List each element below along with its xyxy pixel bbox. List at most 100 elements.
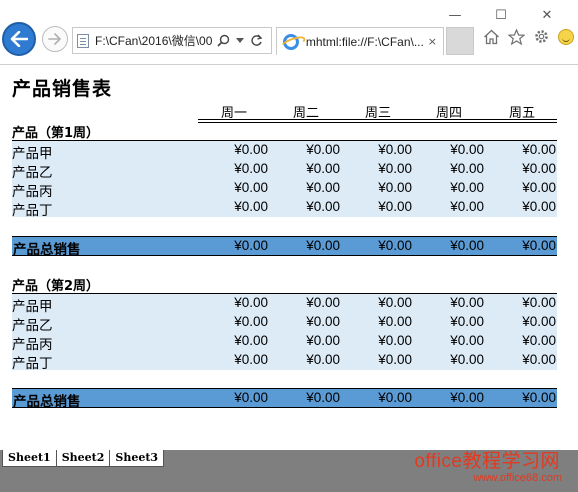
total-value: ¥0.00 — [450, 390, 484, 405]
table-row: 产品甲 ¥0.00 ¥0.00 ¥0.00 ¥0.00 ¥0.00 — [12, 141, 557, 162]
row-label: 产品丁 — [12, 203, 53, 219]
worksheet: 产品销售表 周一 周二 周三 周四 周五 产品（第1周） 产品甲 ¥0.00 ¥… — [0, 66, 578, 450]
cell-value: ¥0.00 — [450, 352, 484, 367]
forward-arrow-icon — [48, 33, 61, 45]
row-label: 产品乙 — [12, 318, 53, 334]
section-label-week1: 产品（第1周） — [12, 126, 100, 141]
cell-value: ¥0.00 — [234, 142, 268, 157]
star-icon[interactable] — [508, 28, 525, 45]
sheet-tab-1[interactable]: Sheet1 — [2, 450, 57, 467]
row-label: 产品乙 — [12, 165, 53, 181]
row-label: 产品丙 — [12, 337, 53, 353]
address-url[interactable]: F:\CFan\2016\微信\00 — [95, 32, 213, 49]
home-icon[interactable] — [483, 29, 500, 45]
ie-icon — [283, 33, 299, 50]
sheet-tabs: Sheet1 Sheet2 Sheet3 — [2, 450, 165, 467]
cell-value: ¥0.00 — [378, 314, 412, 329]
address-bar[interactable]: F:\CFan\2016\微信\00 — [72, 27, 272, 54]
cell-value: ¥0.00 — [306, 295, 340, 310]
gear-icon[interactable] — [533, 28, 550, 45]
cell-value: ¥0.00 — [450, 161, 484, 176]
page-title: 产品销售表 — [12, 78, 113, 100]
total-value: ¥0.00 — [306, 390, 340, 405]
total-label: 产品总销售 — [13, 242, 81, 258]
row-label: 产品丙 — [12, 184, 53, 200]
refresh-icon[interactable] — [250, 34, 263, 47]
back-button[interactable] — [2, 22, 36, 56]
back-arrow-icon — [10, 31, 28, 47]
total-row-week1: 产品总销售 ¥0.00 ¥0.00 ¥0.00 ¥0.00 ¥0.00 — [12, 236, 557, 258]
table-row: 产品甲 ¥0.00 ¥0.00 ¥0.00 ¥0.00 ¥0.00 — [12, 294, 557, 315]
browser-chrome: — ☐ ✕ F:\CFan\2016\微信\00 mhtml:file://F:… — [0, 0, 578, 65]
cell-value: ¥0.00 — [234, 333, 268, 348]
sheet-tab-2[interactable]: Sheet2 — [55, 450, 111, 467]
day-header-row: 周一 周二 周三 周四 周五 — [0, 102, 578, 121]
total-value: ¥0.00 — [450, 238, 484, 253]
minimize-button[interactable]: — — [432, 4, 478, 26]
cell-value: ¥0.00 — [450, 142, 484, 157]
cell-value: ¥0.00 — [306, 161, 340, 176]
search-icon[interactable] — [217, 34, 230, 47]
browser-tab-active[interactable]: mhtml:file://F:\CFan\... × — [276, 27, 444, 55]
watermark-title: office教程学习网 — [414, 451, 560, 472]
maximize-button[interactable]: ☐ — [478, 4, 524, 26]
cell-value: ¥0.00 — [522, 333, 556, 348]
row-label: 产品甲 — [12, 146, 53, 162]
table-row: 产品丁 ¥0.00 ¥0.00 ¥0.00 ¥0.00 ¥0.00 — [12, 198, 557, 219]
row-label: 产品丁 — [12, 356, 53, 372]
tab-title: mhtml:file://F:\CFan\... — [305, 34, 424, 49]
cell-value: ¥0.00 — [306, 333, 340, 348]
cell-value: ¥0.00 — [234, 161, 268, 176]
sheet-tab-3[interactable]: Sheet3 — [109, 450, 165, 467]
cell-value: ¥0.00 — [306, 199, 340, 214]
window-controls: — ☐ ✕ — [432, 4, 570, 26]
cell-value: ¥0.00 — [378, 199, 412, 214]
cell-value: ¥0.00 — [522, 314, 556, 329]
header-double-rule — [198, 119, 557, 123]
cell-value: ¥0.00 — [306, 314, 340, 329]
cell-value: ¥0.00 — [450, 180, 484, 195]
total-label: 产品总销售 — [13, 394, 81, 410]
cell-value: ¥0.00 — [522, 352, 556, 367]
cell-value: ¥0.00 — [450, 295, 484, 310]
watermark-url: www.office68.com — [473, 472, 562, 484]
cell-value: ¥0.00 — [378, 142, 412, 157]
total-value: ¥0.00 — [522, 238, 556, 253]
cell-value: ¥0.00 — [234, 295, 268, 310]
cell-value: ¥0.00 — [234, 199, 268, 214]
new-tab-button[interactable] — [446, 27, 474, 55]
total-value: ¥0.00 — [522, 390, 556, 405]
cell-value: ¥0.00 — [522, 295, 556, 310]
sheet-tabs-bar: Sheet1 Sheet2 Sheet3 office教程学习网 www.off… — [0, 450, 578, 492]
cell-value: ¥0.00 — [378, 333, 412, 348]
total-value: ¥0.00 — [378, 390, 412, 405]
forward-button[interactable] — [42, 26, 68, 52]
cell-value: ¥0.00 — [522, 199, 556, 214]
chevron-down-icon[interactable] — [236, 37, 244, 44]
toolbar-right — [483, 28, 574, 45]
cell-value: ¥0.00 — [306, 142, 340, 157]
total-value: ¥0.00 — [234, 238, 268, 253]
row-label: 产品甲 — [12, 299, 53, 315]
table-row: 产品丙 ¥0.00 ¥0.00 ¥0.00 ¥0.00 ¥0.00 — [12, 179, 557, 200]
cell-value: ¥0.00 — [234, 314, 268, 329]
cell-value: ¥0.00 — [378, 295, 412, 310]
cell-value: ¥0.00 — [378, 180, 412, 195]
table-row: 产品丁 ¥0.00 ¥0.00 ¥0.00 ¥0.00 ¥0.00 — [12, 351, 557, 372]
smiley-icon[interactable] — [558, 28, 574, 45]
cell-value: ¥0.00 — [234, 180, 268, 195]
tab-close-icon[interactable]: × — [428, 35, 437, 48]
table-row: 产品乙 ¥0.00 ¥0.00 ¥0.00 ¥0.00 ¥0.00 — [12, 313, 557, 334]
cell-value: ¥0.00 — [522, 161, 556, 176]
cell-value: ¥0.00 — [522, 142, 556, 157]
cell-value: ¥0.00 — [234, 352, 268, 367]
section-label-week2: 产品（第2周） — [12, 279, 100, 294]
cell-value: ¥0.00 — [378, 161, 412, 176]
cell-value: ¥0.00 — [450, 199, 484, 214]
cell-value: ¥0.00 — [522, 180, 556, 195]
page-icon — [77, 33, 89, 48]
close-window-button[interactable]: ✕ — [524, 4, 570, 26]
cell-value: ¥0.00 — [450, 314, 484, 329]
table-row: 产品乙 ¥0.00 ¥0.00 ¥0.00 ¥0.00 ¥0.00 — [12, 160, 557, 181]
cell-value: ¥0.00 — [450, 333, 484, 348]
